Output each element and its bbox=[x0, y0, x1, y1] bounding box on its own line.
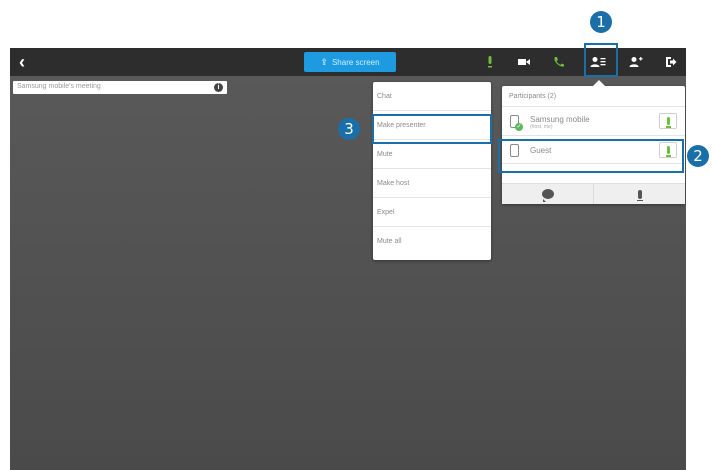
add-person-icon bbox=[629, 57, 643, 67]
invite-button[interactable] bbox=[626, 52, 646, 72]
meeting-title-bar: Samsung mobile's meeting i bbox=[13, 81, 227, 94]
share-icon: ⇪ bbox=[320, 56, 328, 67]
mic-icon bbox=[636, 189, 643, 201]
participants-footer bbox=[502, 183, 685, 204]
mic-toggle-button[interactable] bbox=[480, 52, 500, 72]
video-toggle-button[interactable] bbox=[514, 52, 534, 72]
call-button[interactable] bbox=[549, 52, 569, 72]
mic-icon bbox=[488, 56, 492, 68]
app-screen: ‹ ⇪ Share screen Samsung mobile's meetin… bbox=[10, 48, 686, 470]
video-icon bbox=[518, 59, 530, 65]
meeting-title: Samsung mobile's meeting bbox=[17, 83, 101, 90]
mic-icon bbox=[665, 117, 671, 128]
phone-icon bbox=[554, 57, 564, 67]
participant-mic-button[interactable] bbox=[659, 113, 677, 129]
check-icon: ✓ bbox=[515, 123, 523, 131]
participant-row[interactable]: ✓ Samsung mobile (host, me) bbox=[502, 106, 685, 135]
callout-box-make-presenter bbox=[372, 114, 492, 144]
callout-box-guest bbox=[498, 139, 684, 173]
mute-all-button[interactable] bbox=[594, 184, 685, 204]
back-button[interactable]: ‹ bbox=[12, 52, 32, 72]
info-icon[interactable]: i bbox=[214, 83, 223, 92]
callout-badge-1: 1 bbox=[590, 11, 612, 33]
group-chat-button[interactable] bbox=[502, 184, 594, 204]
callout-badge-3: 3 bbox=[338, 118, 360, 140]
participant-context-menu: Chat Make presenter Mute Make host Expel… bbox=[373, 82, 491, 260]
callout-badge-2: 2 bbox=[687, 145, 709, 167]
participant-name: Samsung mobile bbox=[530, 115, 590, 124]
menu-item-mute[interactable]: Mute bbox=[373, 140, 491, 169]
callout-box-participants bbox=[584, 43, 618, 77]
participant-role: (host, me) bbox=[530, 124, 553, 130]
menu-item-mute-all[interactable]: Mute all bbox=[373, 227, 491, 256]
exit-icon bbox=[666, 57, 677, 67]
menu-item-expel[interactable]: Expel bbox=[373, 198, 491, 227]
share-screen-label: Share screen bbox=[331, 57, 380, 67]
stage: ‹ ⇪ Share screen Samsung mobile's meetin… bbox=[0, 0, 713, 470]
leave-meeting-button[interactable] bbox=[661, 52, 681, 72]
chat-icon bbox=[541, 189, 554, 202]
menu-item-make-host[interactable]: Make host bbox=[373, 169, 491, 198]
participants-title: Participants (2) bbox=[509, 93, 557, 100]
panel-caret bbox=[593, 80, 605, 86]
share-screen-button[interactable]: ⇪ Share screen bbox=[304, 52, 396, 72]
menu-item-chat[interactable]: Chat bbox=[373, 82, 491, 111]
